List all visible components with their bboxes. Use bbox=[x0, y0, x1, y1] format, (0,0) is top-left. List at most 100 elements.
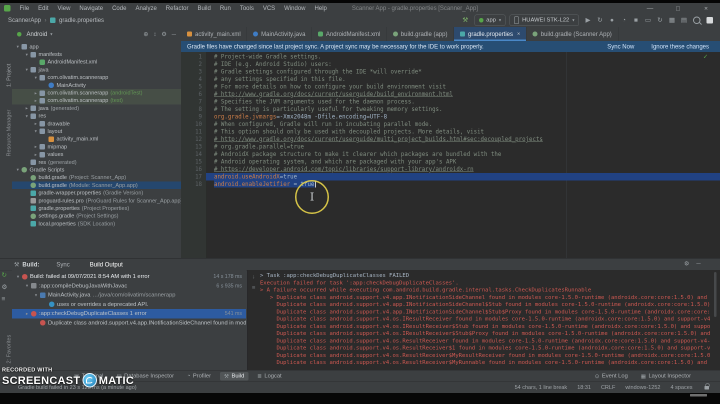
indent-config[interactable]: 4 spaces bbox=[670, 385, 692, 391]
tree-item[interactable]: res (generated) bbox=[12, 158, 181, 166]
tree-item[interactable]: ▸ drawable bbox=[12, 120, 181, 128]
tree-chevron-icon[interactable]: ▾ bbox=[24, 283, 30, 289]
tree-chevron-icon[interactable]: ▾ bbox=[33, 129, 39, 135]
tree-item[interactable]: gradle-wrapper.properties (Gradle Versio… bbox=[12, 189, 181, 197]
panel-settings-icon[interactable]: ⚙ bbox=[161, 31, 166, 38]
build-tab-output[interactable]: Build Output bbox=[90, 261, 123, 268]
breadcrumb-project[interactable]: ScannerApp bbox=[8, 17, 41, 24]
tree-item[interactable]: ▸ com.olivatim.scannerapp (test) bbox=[12, 96, 181, 105]
line-separator[interactable]: CRLF bbox=[601, 385, 615, 391]
event-log-button[interactable]: ⊙ Event Log bbox=[591, 372, 632, 381]
tree-item[interactable]: build.gradle (Module: Scanner_App.app) bbox=[12, 181, 181, 190]
tree-chevron-icon[interactable]: ▾ bbox=[33, 292, 39, 298]
stop-icon[interactable]: ■ bbox=[631, 16, 641, 24]
menu-item[interactable]: Window bbox=[280, 4, 309, 13]
ignore-changes-link[interactable]: Ignore these changes bbox=[651, 43, 709, 50]
tree-item[interactable]: activity_main.xml bbox=[12, 135, 181, 143]
tree-item[interactable]: proguard-rules.pro (ProGuard Rules for S… bbox=[12, 197, 181, 205]
tree-chevron-icon[interactable]: ▸ bbox=[33, 152, 39, 158]
apply-changes-icon[interactable]: ↻ bbox=[595, 16, 605, 24]
menu-item[interactable]: VCS bbox=[259, 4, 279, 13]
tree-chevron-icon[interactable]: ▸ bbox=[33, 121, 39, 127]
tree-chevron-icon[interactable]: ▸ bbox=[24, 311, 30, 317]
editor-tab[interactable]: build.gradle (Scanner App) × bbox=[527, 27, 619, 41]
tree-item[interactable]: ▸ values bbox=[12, 151, 181, 159]
editor-line[interactable]: 10 # When configured, Gradle will run in… bbox=[181, 121, 720, 129]
tree-item[interactable]: ▾ layout bbox=[12, 128, 181, 136]
readonly-lock-icon[interactable] bbox=[704, 383, 710, 390]
tree-item[interactable]: ▸ mipmap bbox=[12, 143, 181, 151]
tree-chevron-icon[interactable]: ▾ bbox=[15, 44, 21, 50]
logcat-button[interactable]: ≣ Logcat bbox=[253, 372, 285, 381]
structure-icon[interactable]: ▤ bbox=[679, 16, 689, 24]
build-tree-item[interactable]: Duplicate class android.support.v4.app.I… bbox=[12, 318, 246, 327]
editor-line[interactable]: 9 org.gradle.jvmargs=-Xmx2048m -Dfile.en… bbox=[181, 113, 720, 121]
build-settings-icon[interactable]: ⚙ bbox=[2, 283, 8, 291]
editor-line[interactable]: 3 # Gradle settings configured through t… bbox=[181, 68, 720, 76]
tree-item[interactable]: ▾ com.olivatim.scannerapp bbox=[12, 74, 181, 82]
menu-item[interactable]: Analyze bbox=[131, 4, 160, 13]
avd-manager-icon[interactable]: ▭ bbox=[643, 16, 653, 24]
tree-chevron-icon[interactable]: ▾ bbox=[24, 113, 30, 119]
editor-line[interactable]: 13 # org.gradle.parallel=true bbox=[181, 143, 720, 151]
editor-tab[interactable]: MainActivity.java × bbox=[247, 27, 312, 41]
menu-item[interactable]: Refactor bbox=[162, 4, 193, 13]
tree-item[interactable]: AndroidManifest.xml bbox=[12, 58, 181, 66]
editor-line[interactable]: 5 # For more details on how to configure… bbox=[181, 83, 720, 91]
expand-collapse-icon[interactable]: ↕ bbox=[153, 31, 156, 38]
tool-tab-project[interactable]: 1: Project bbox=[0, 56, 12, 95]
sync-project-icon[interactable]: ↻ bbox=[655, 16, 665, 24]
build-tree-item[interactable]: ▾ :app:compileDebugJavaWithJavac 6 s 935… bbox=[12, 281, 246, 290]
maximize-button[interactable]: □ bbox=[664, 4, 692, 12]
menu-item[interactable]: Edit bbox=[34, 4, 52, 13]
editor-line[interactable]: 16 # https://developer.android.com/topic… bbox=[181, 166, 720, 174]
search-everywhere-icon[interactable] bbox=[693, 16, 701, 24]
editor-line[interactable]: 7 # Specifies the JVM arguments used for… bbox=[181, 98, 720, 106]
tree-chevron-icon[interactable]: ▾ bbox=[15, 167, 21, 173]
editor-line[interactable]: 1 # Project-wide Gradle settings. bbox=[181, 53, 720, 61]
menu-item[interactable]: File bbox=[16, 4, 34, 13]
breadcrumb-file[interactable]: gradle.properties bbox=[59, 17, 104, 24]
run-icon[interactable]: ▶ bbox=[583, 16, 593, 24]
console-scrollbar[interactable] bbox=[714, 272, 717, 317]
sdk-manager-icon[interactable]: ▦ bbox=[667, 16, 677, 24]
restart-build-icon[interactable]: ↻ bbox=[2, 271, 7, 279]
debug-icon[interactable]: ● bbox=[607, 16, 617, 24]
tool-tab-resource-manager[interactable]: Resource Manager bbox=[0, 101, 12, 165]
build-filter-icon[interactable]: ≡ bbox=[2, 295, 6, 303]
editor-line[interactable]: 12 # http://www.gradle.org/docs/current/… bbox=[181, 136, 720, 144]
editor-tab[interactable]: build.gradle (app) × bbox=[387, 27, 454, 41]
tree-item[interactable]: ▾ java bbox=[12, 66, 181, 74]
tree-chevron-icon[interactable]: ▸ bbox=[33, 98, 39, 104]
gradle-wrench-icon[interactable]: ⚒ bbox=[460, 16, 470, 24]
tree-chevron-icon[interactable]: ▾ bbox=[33, 75, 39, 81]
profile-icon[interactable]: ◔ bbox=[619, 16, 629, 24]
editor-line[interactable]: 17 android.useAndroidX=true bbox=[181, 173, 720, 181]
editor-tab[interactable]: activity_main.xml × bbox=[181, 27, 248, 41]
tree-chevron-icon[interactable]: ▾ bbox=[24, 52, 30, 58]
layout-inspector-button[interactable]: ▦ Layout Inspector bbox=[637, 372, 695, 381]
editor-tab[interactable]: gradle.properties × bbox=[453, 27, 527, 41]
editor-line[interactable]: 4 # any settings specified in this file. bbox=[181, 76, 720, 84]
editor-line[interactable]: 18 android.enableJetifier = true bbox=[181, 180, 720, 189]
editor-line[interactable]: 2 # IDE (e.g. Android Studio) users: bbox=[181, 61, 720, 69]
tree-item[interactable]: ▾ res bbox=[12, 112, 181, 120]
tree-chevron-icon[interactable]: ▾ bbox=[24, 67, 30, 73]
console-settings-icon[interactable]: ⚙ bbox=[684, 260, 689, 267]
tree-item[interactable]: MainActivity bbox=[12, 81, 181, 89]
scroll-to-end-icon[interactable]: ↓ bbox=[252, 273, 255, 280]
tree-item[interactable]: ▸ java (generated) bbox=[12, 105, 181, 113]
tree-item[interactable]: ▾ app bbox=[12, 43, 181, 51]
locate-file-icon[interactable]: ⊕ bbox=[143, 31, 148, 38]
caret-position[interactable]: 18:31 bbox=[577, 385, 591, 391]
menu-item[interactable]: Code bbox=[108, 4, 130, 13]
profiler-button[interactable]: ◔ Profiler bbox=[183, 372, 215, 381]
build-tree-item[interactable]: ▾ MainActivity.java …/java/com/olivatim/… bbox=[12, 291, 246, 300]
minimize-button[interactable]: — bbox=[636, 4, 664, 12]
tree-item[interactable]: build.gradle (Project: Scanner_App) bbox=[12, 174, 181, 182]
tree-item[interactable]: settings.gradle (Project Settings) bbox=[12, 212, 181, 220]
tree-item[interactable]: local.properties (SDK Location) bbox=[12, 220, 181, 228]
build-button[interactable]: ⚒ Build bbox=[220, 371, 249, 381]
tree-chevron-icon[interactable]: ▸ bbox=[33, 144, 39, 150]
project-view-selector[interactable]: Android bbox=[27, 31, 48, 38]
